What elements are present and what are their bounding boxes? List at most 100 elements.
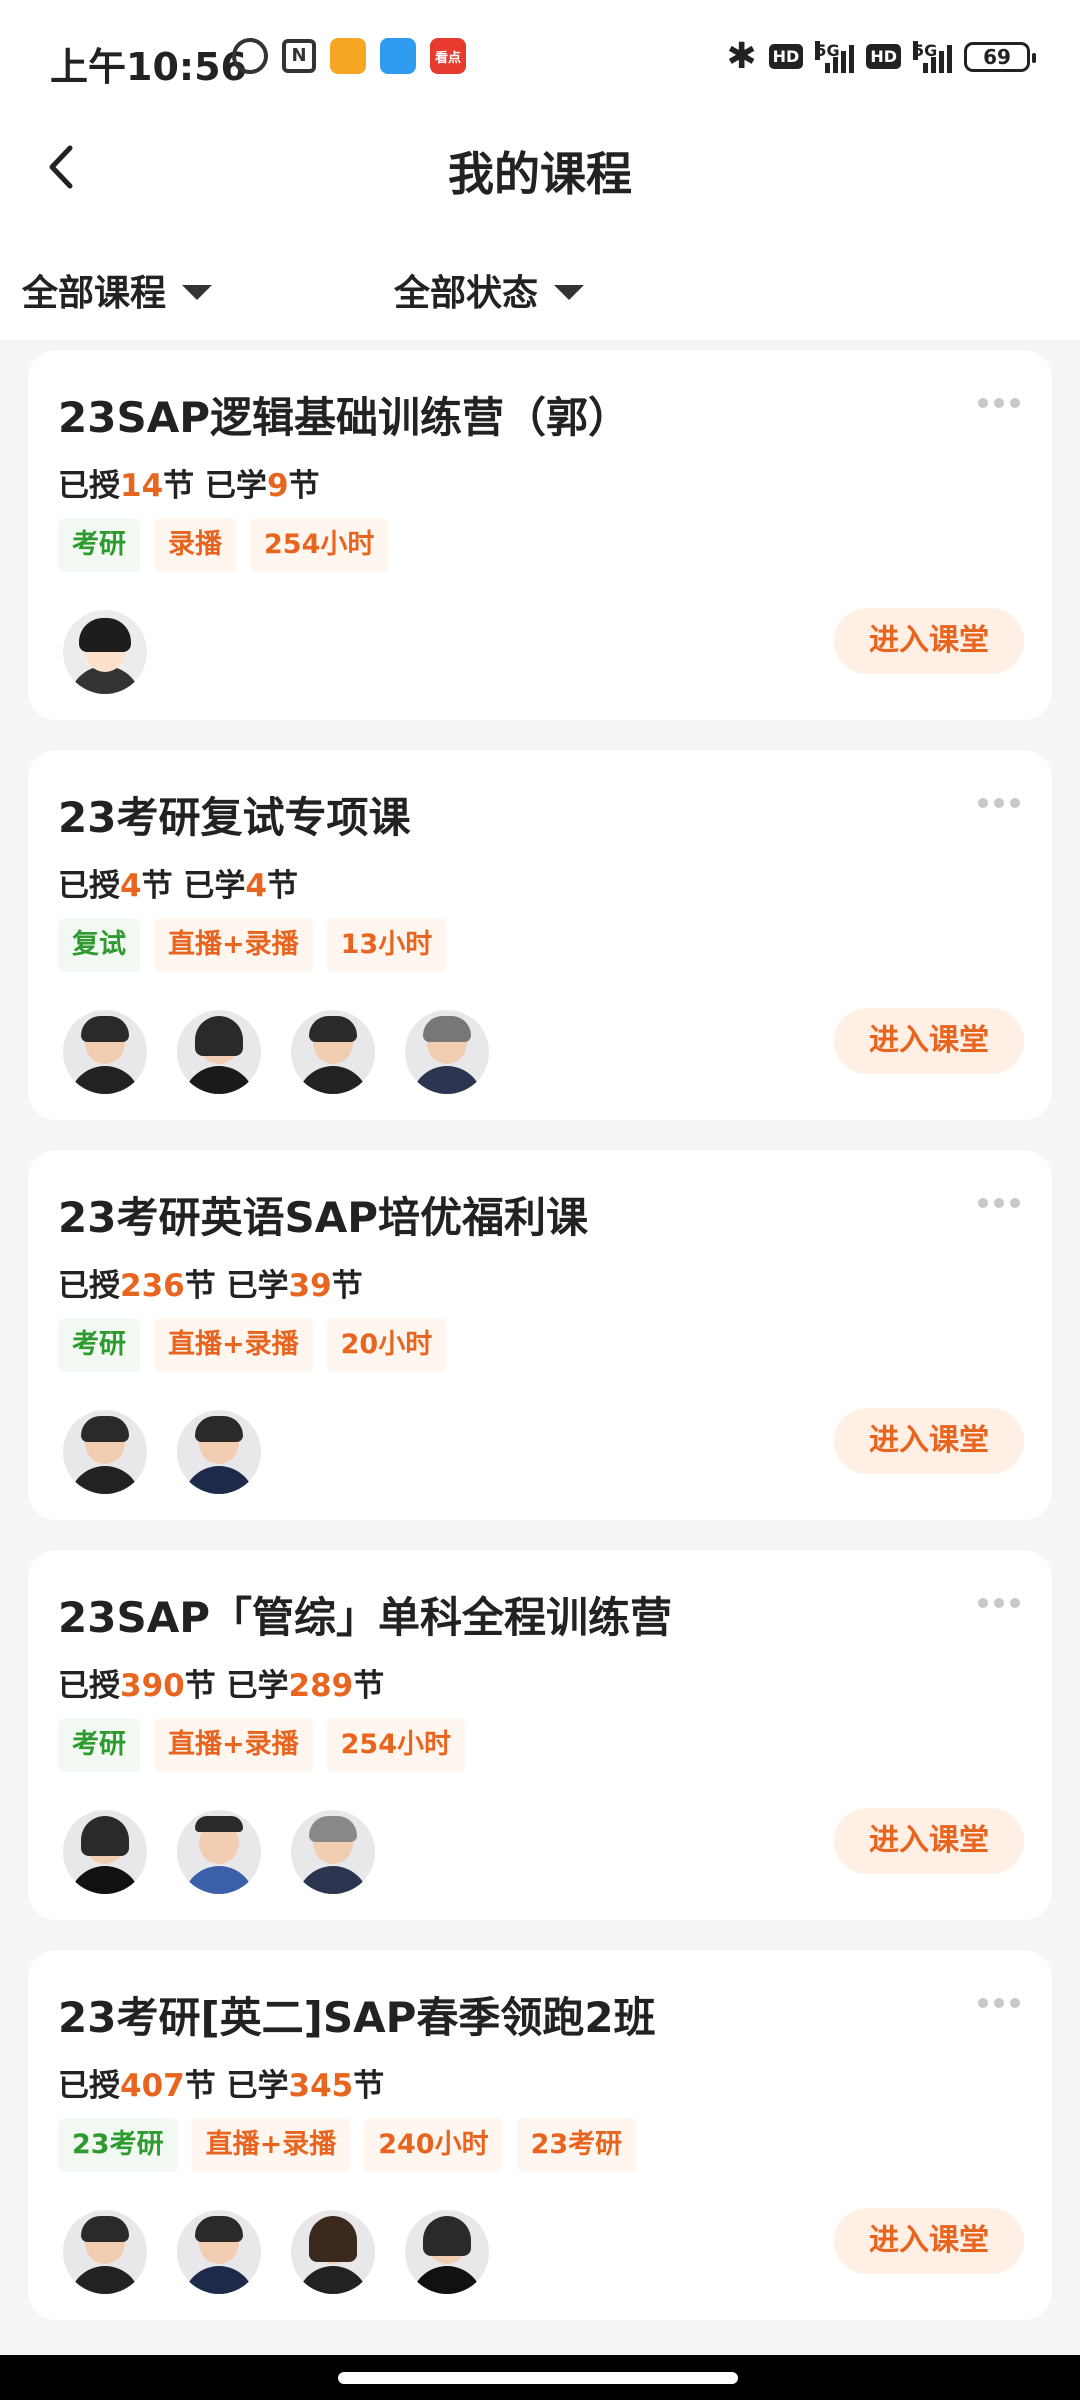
teacher-avatars [63, 610, 147, 694]
course-tag: 直播+录播 [154, 1318, 313, 1372]
studied-label: 已学 [226, 1668, 289, 1704]
unit-label: 节 [331, 1268, 363, 1304]
teacher-avatar [63, 610, 147, 694]
filter-bar: 全部课程 全部状态 [0, 220, 1080, 340]
course-tag: 254小时 [326, 1718, 465, 1772]
enter-classroom-button[interactable]: 进入课堂 [834, 1808, 1024, 1874]
unit-label: 节 [353, 2068, 385, 2104]
enter-classroom-button[interactable]: 进入课堂 [834, 2208, 1024, 2274]
teacher-avatar [405, 2210, 489, 2294]
home-indicator[interactable] [338, 2372, 738, 2384]
teacher-avatar [291, 1810, 375, 1894]
teacher-avatar [63, 2210, 147, 2294]
hd-badge-2: HD [866, 44, 901, 69]
page-title: 我的课程 [448, 147, 632, 201]
course-tag: 23考研 [58, 2118, 178, 2172]
course-tag: 直播+录播 [154, 918, 313, 972]
studied-count: 345 [288, 2068, 354, 2104]
more-options-icon[interactable] [978, 1198, 1020, 1208]
status-system-icons: ✱ HD 5G HD 5G 69 [726, 36, 1036, 77]
unit-label: 节 [288, 468, 320, 504]
unit-label: 节 [184, 1668, 216, 1704]
course-tag: 23考研 [516, 2118, 637, 2172]
taught-count: 236 [120, 1268, 185, 1304]
enter-classroom-button[interactable]: 进入课堂 [834, 1008, 1024, 1074]
red-app-icon: 看点 [430, 38, 466, 74]
battery-level: 69 [983, 44, 1011, 69]
teacher-avatar [63, 1810, 147, 1894]
taught-count: 14 [120, 468, 164, 504]
course-card[interactable]: 23考研复试专项课 已授4节 已学4节 复试 直播+录播 13小时 进入课堂 [28, 750, 1052, 1120]
taught-label: 已授 [58, 868, 120, 904]
teacher-avatars [63, 1810, 375, 1894]
unit-label: 节 [184, 2068, 216, 2104]
studied-label: 已学 [226, 1268, 289, 1304]
course-tag: 考研 [58, 1718, 140, 1772]
course-tag: 考研 [58, 1318, 140, 1372]
course-title: 23SAP「管综」单科全程训练营 [58, 1593, 672, 1642]
app-header: 我的课程 [0, 120, 1080, 220]
course-card[interactable]: 23SAP逻辑基础训练营（郭） 已授14节 已学9节 考研 录播 254小时 进… [28, 350, 1052, 720]
status-filter-dropdown[interactable]: 全部状态 [394, 264, 585, 316]
course-card[interactable]: 23SAP「管综」单科全程训练营 已授390节 已学289节 考研 直播+录播 … [28, 1550, 1052, 1920]
more-options-icon[interactable] [978, 398, 1020, 408]
alarm-icon [232, 38, 268, 74]
taught-label: 已授 [58, 468, 120, 504]
bluetooth-icon: ✱ [726, 36, 757, 77]
unit-label: 节 [266, 868, 298, 904]
course-card[interactable]: 23考研英语SAP培优福利课 已授236节 已学39节 考研 直播+录播 20小… [28, 1150, 1052, 1520]
course-tag: 240小时 [364, 2118, 503, 2172]
teacher-avatar [291, 2210, 375, 2294]
studied-count: 289 [288, 1668, 354, 1704]
more-options-icon[interactable] [978, 1998, 1020, 2008]
course-tag: 录播 [154, 518, 236, 572]
teacher-avatars [63, 1010, 489, 1094]
status-filter-label: 全部状态 [394, 273, 539, 314]
enter-classroom-button[interactable]: 进入课堂 [834, 608, 1024, 674]
course-title: 23考研英语SAP培优福利课 [58, 1193, 588, 1242]
more-options-icon[interactable] [978, 1598, 1020, 1608]
course-tag: 254小时 [250, 518, 389, 572]
nfc-icon: N [282, 39, 316, 73]
battery-icon: 69 [964, 41, 1036, 72]
course-tag: 13小时 [326, 918, 447, 972]
unit-label: 节 [353, 1668, 385, 1704]
taught-count: 4 [120, 868, 142, 904]
more-options-icon[interactable] [978, 798, 1020, 808]
network-label-2: 5G [913, 40, 938, 60]
course-progress: 已授14节 已学9节 [58, 460, 320, 505]
studied-label: 已学 [183, 868, 246, 904]
course-card[interactable]: 23考研[英二]SAP春季领跑2班 已授407节 已学345节 23考研 直播+… [28, 1950, 1052, 2320]
teacher-avatar [63, 1410, 147, 1494]
unit-label: 节 [184, 1268, 216, 1304]
taught-label: 已授 [58, 1268, 120, 1304]
course-tags: 23考研 直播+录播 240小时 23考研 [58, 2118, 637, 2172]
enter-classroom-button[interactable]: 进入课堂 [834, 1408, 1024, 1474]
course-filter-dropdown[interactable]: 全部课程 [22, 264, 213, 316]
teacher-avatars [63, 2210, 489, 2294]
course-tag: 复试 [58, 918, 140, 972]
course-progress: 已授236节 已学39节 [58, 1260, 363, 1305]
hd-badge: HD [768, 44, 804, 69]
course-tags: 复试 直播+录播 13小时 [58, 918, 447, 972]
teacher-avatar [177, 1410, 261, 1494]
taught-count: 407 [120, 2068, 185, 2104]
course-list: 23SAP逻辑基础训练营（郭） 已授14节 已学9节 考研 录播 254小时 进… [28, 350, 1052, 2350]
teacher-avatar [63, 1010, 147, 1094]
course-tag: 直播+录播 [154, 1718, 313, 1772]
chevron-down-icon [554, 284, 585, 300]
signal-icon: 5G [815, 40, 855, 73]
course-progress: 已授4节 已学4节 [58, 860, 298, 905]
status-notification-icons: N 看点 [232, 38, 466, 74]
notes-app-icon [330, 38, 366, 74]
signal-icon-2: 5G [913, 40, 952, 73]
course-tag: 20小时 [326, 1318, 447, 1372]
studied-label: 已学 [204, 468, 267, 504]
course-tags: 考研 直播+录播 254小时 [58, 1718, 465, 1772]
network-label: 5G [815, 40, 840, 60]
course-tags: 考研 录播 254小时 [58, 518, 389, 572]
course-tag: 直播+录播 [191, 2118, 351, 2172]
teacher-avatar [177, 2210, 261, 2294]
unit-label: 节 [141, 868, 173, 904]
status-bar: 上午10:56 N 看点 ✱ HD 5G HD 5G 69 [0, 0, 1080, 120]
